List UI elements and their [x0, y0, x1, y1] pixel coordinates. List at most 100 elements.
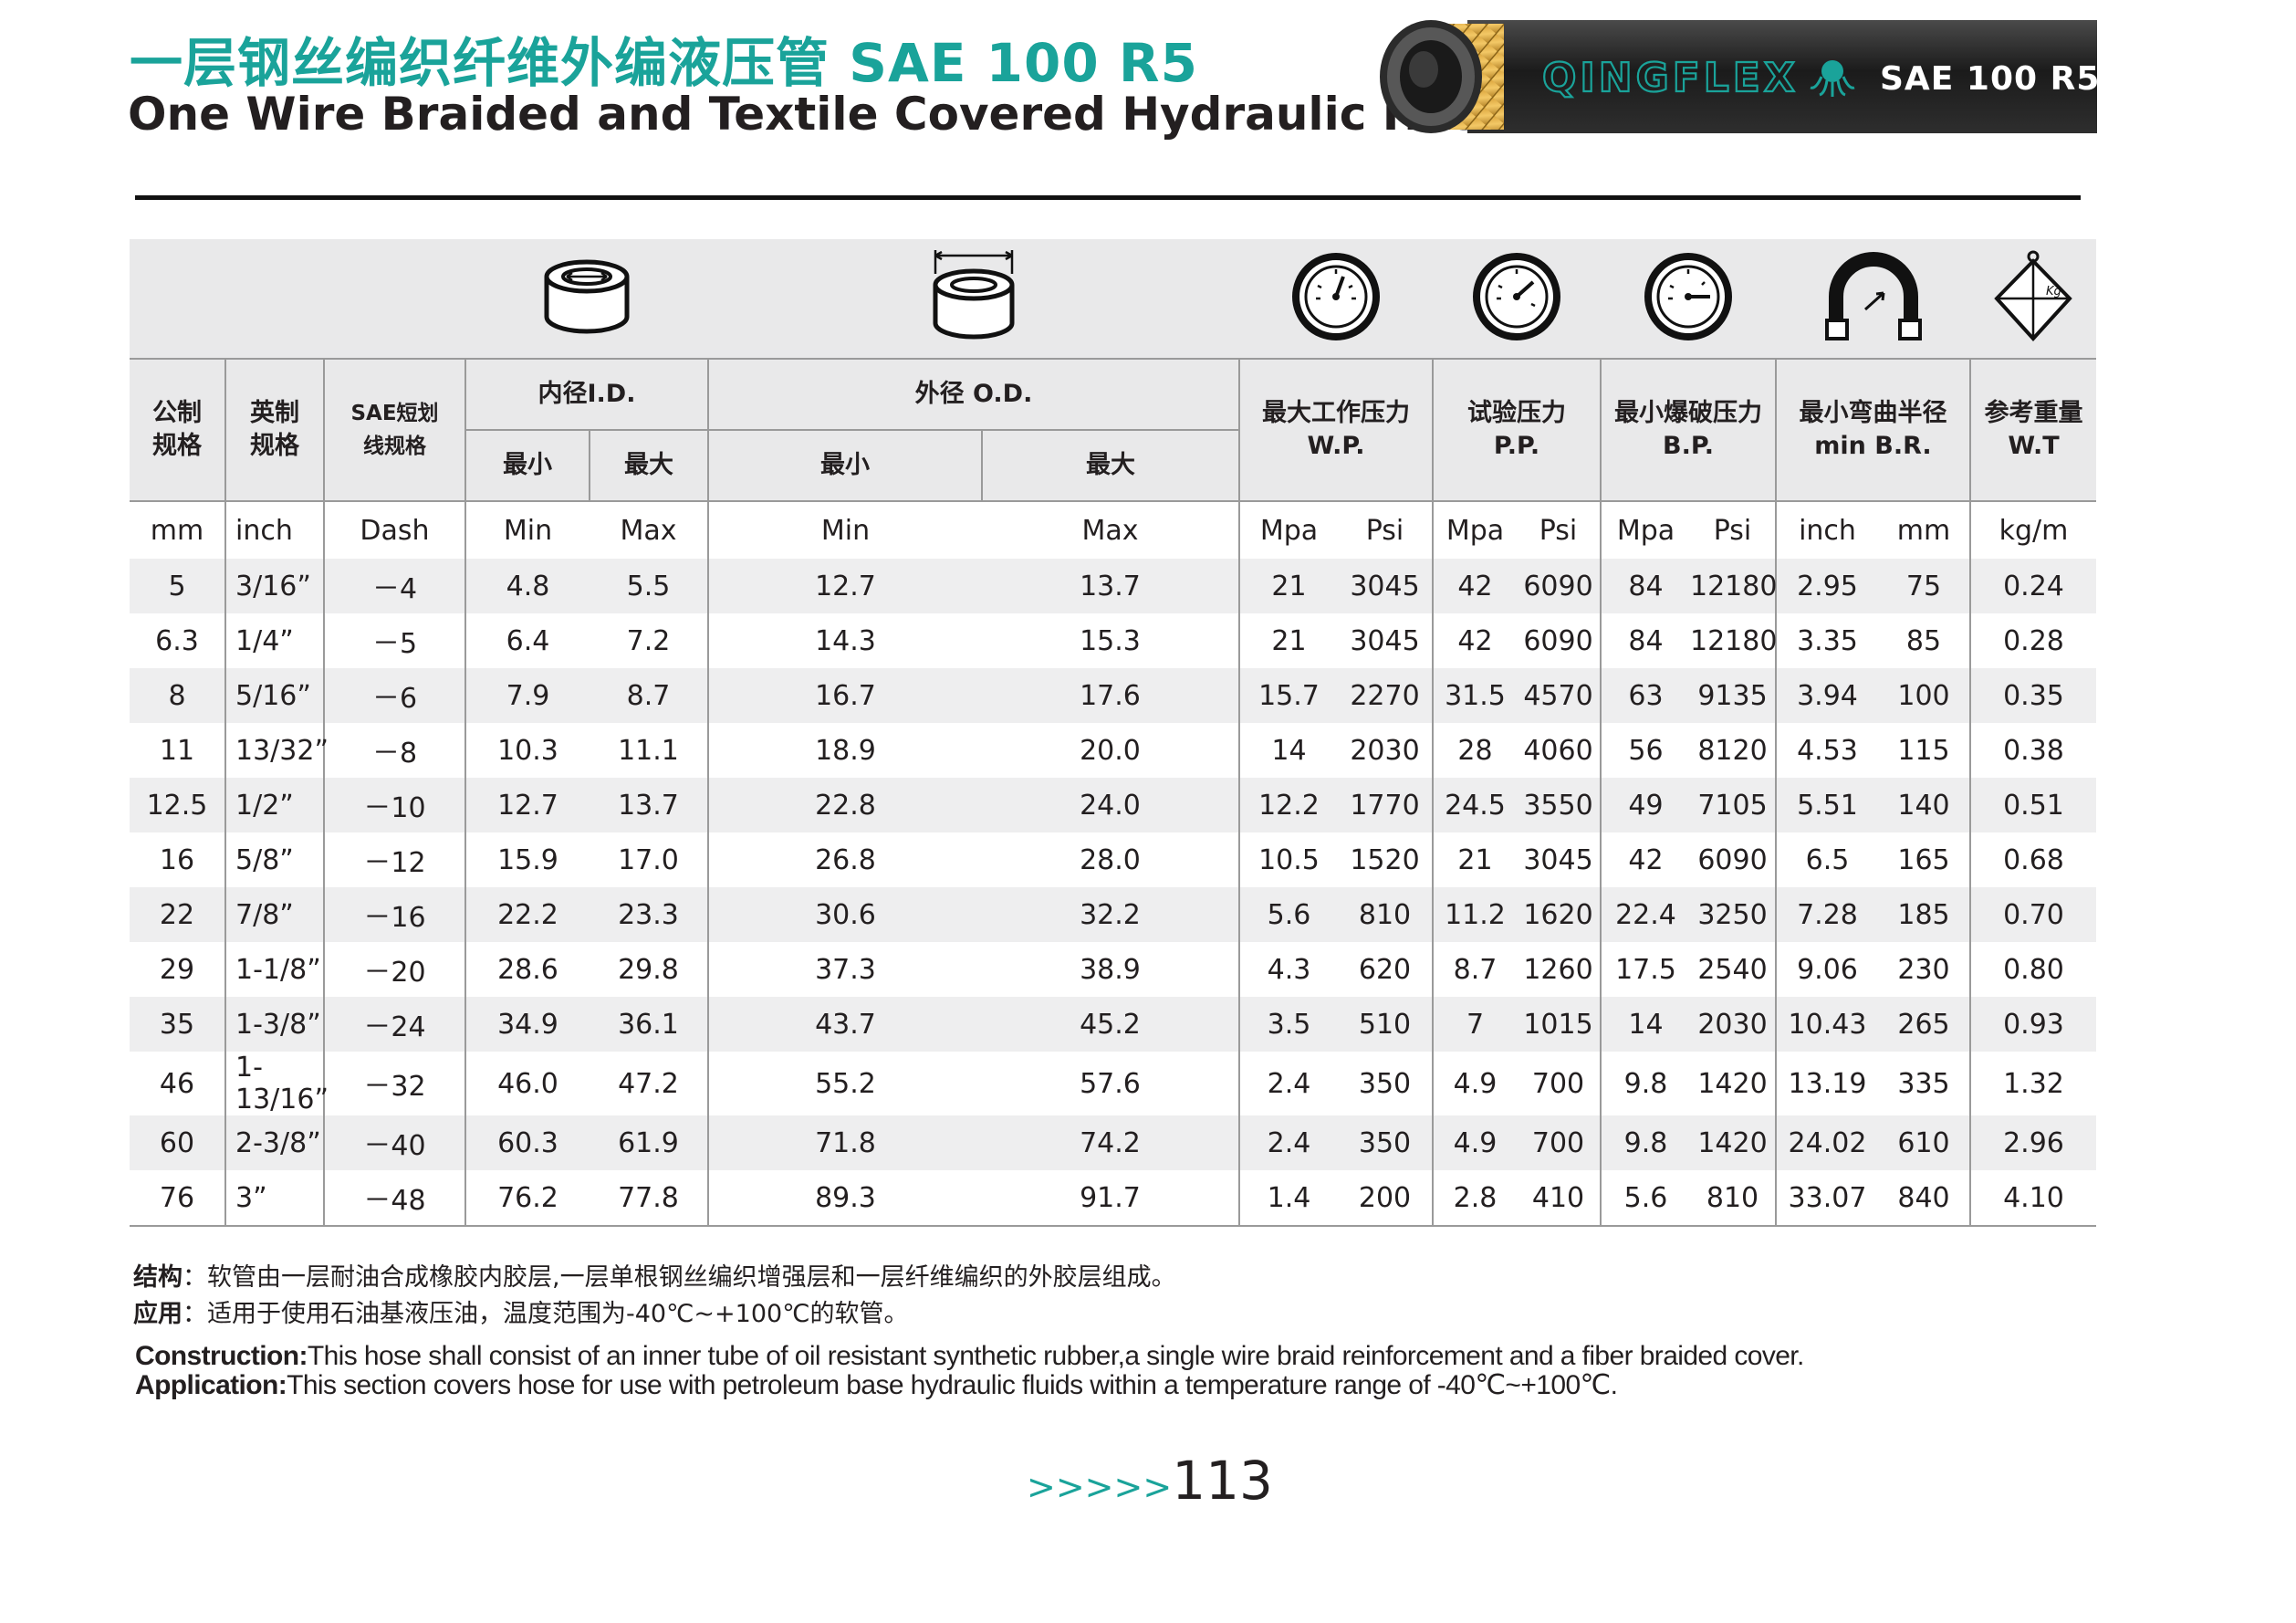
table-cell: 35	[130, 997, 225, 1052]
table-cell: －8	[323, 723, 465, 778]
table-cell: 22	[130, 887, 225, 942]
table-cell: 5	[130, 559, 225, 613]
proof-pressure-gauge-icon	[1473, 253, 1560, 340]
table-cell: －24	[323, 997, 465, 1052]
table-cell: 55.2	[707, 1052, 982, 1115]
table-cell: 15.7	[1238, 668, 1338, 723]
table-cell: 0.35	[1969, 668, 2096, 723]
table-cell: 6.3	[130, 613, 225, 668]
table-row: 76 3” －48 76.2 77.8 89.3 91.7 1.4 200 2.8 410 5.6 81…	[130, 1170, 2096, 1227]
application-label-cn: 应用	[133, 1300, 183, 1328]
hose-brand-text: QINGFLEX	[1542, 55, 1799, 101]
table-cell: 12.2	[1238, 778, 1338, 832]
table-row: 29 1-1/8” －20 28.6 29.8 37.3 38.9 4.3 620 8.7 1260…	[130, 942, 2096, 997]
table-cell: 29	[130, 942, 225, 997]
table-cell: 10.3	[464, 723, 590, 778]
table-row: 6.3 1/4” －5 6.4 7.2 14.3 15.3 21 3045 42 6090 84 121…	[130, 613, 2096, 668]
construction-label-cn: 结构	[133, 1263, 183, 1292]
table-cell: 4.8	[464, 559, 590, 613]
table-cell: 34.9	[464, 997, 590, 1052]
unit-cell: Max	[590, 500, 708, 559]
table-cell: 13.19	[1775, 1052, 1878, 1115]
table-cell: 42	[1432, 559, 1517, 613]
table-cell: 60	[130, 1115, 225, 1170]
unit-cell: Max	[982, 500, 1239, 559]
table-cell: 5/16”	[224, 668, 324, 723]
table-cell: 13.7	[982, 559, 1239, 613]
table-cell: 17.6	[982, 668, 1239, 723]
unit-cell: Dash	[323, 500, 465, 559]
table-cell: 2-3/8”	[224, 1115, 324, 1170]
table-cell: －4	[323, 559, 465, 613]
data-rows: 5 3/16” －4 4.8 5.5 12.7 13.7 21 3045 42 6090 84 1218…	[130, 559, 2096, 1227]
table-cell: 13/32”	[224, 723, 329, 778]
table-cell: 1-3/8”	[224, 997, 324, 1052]
table-cell: 100	[1878, 668, 1970, 723]
table-cell: 1260	[1517, 942, 1601, 997]
page-number-value: 113	[1172, 1450, 1273, 1512]
table-cell: 4060	[1517, 723, 1601, 778]
table-cell: 3045	[1338, 613, 1433, 668]
table-cell: 4.3	[1238, 942, 1338, 997]
table-cell: 1620	[1517, 887, 1601, 942]
table-cell: 3/16”	[224, 559, 324, 613]
construction-note-cn: 结构：软管由一层耐油合成橡胶内胶层,一层单根钢丝编织增强层和一层纤维编织的外胶层…	[133, 1260, 1176, 1296]
table-cell: 3.94	[1775, 668, 1878, 723]
table-cell: 28.6	[464, 942, 590, 997]
table-cell: 2270	[1338, 668, 1433, 723]
table-cell: 13.7	[590, 778, 708, 832]
header-wt: 参考重量 W.T	[1969, 358, 2096, 501]
table-cell: 17.5	[1600, 942, 1690, 997]
table-cell: 1770	[1338, 778, 1433, 832]
table-cell: 0.68	[1969, 832, 2096, 887]
table-cell: 26.8	[707, 832, 982, 887]
table-cell: 42	[1432, 613, 1517, 668]
table-cell: 610	[1878, 1115, 1970, 1170]
table-cell: 21	[1432, 832, 1517, 887]
table-cell: 31.5	[1432, 668, 1517, 723]
table-cell: 140	[1878, 778, 1970, 832]
table-cell: 810	[1690, 1170, 1776, 1227]
header-br: 最小弯曲半径 min B.R.	[1775, 358, 1970, 501]
header-id: 内径I.D.	[464, 358, 708, 430]
table-cell: －40	[323, 1115, 465, 1170]
construction-label-en: Construction:	[135, 1341, 308, 1371]
notes-chinese: 结构：软管由一层耐油合成橡胶内胶层,一层单根钢丝编织增强层和一层纤维编织的外胶层…	[133, 1260, 1176, 1333]
table-row: 46 1-13/16” －32 46.0 47.2 55.2 57.6 2.4 350 4.9 70…	[130, 1052, 2096, 1115]
table-cell: －10	[323, 778, 465, 832]
table-cell: 36.1	[590, 997, 708, 1052]
unit-cell: Psi	[1338, 500, 1433, 559]
table-cell: 6090	[1517, 613, 1601, 668]
table-cell: 3550	[1517, 778, 1601, 832]
bend-radius-icon	[1824, 252, 1922, 340]
table-cell: 12.7	[464, 778, 590, 832]
header-id-label: 内径I.D.	[537, 380, 636, 408]
table-cell: 5.5	[590, 559, 708, 613]
table-cell: 46	[130, 1052, 225, 1115]
table-cell: 1420	[1690, 1115, 1776, 1170]
header-od-min-label: 最小	[820, 451, 870, 479]
table-cell: －20	[323, 942, 465, 997]
table-cell: 4.9	[1432, 1052, 1517, 1115]
page-title-english: One Wire Braided and Textile Covered Hyd…	[128, 88, 1510, 141]
working-pressure-gauge-icon	[1292, 253, 1380, 340]
header-od: 外径 O.D.	[707, 358, 1239, 430]
table-cell: 0.70	[1969, 887, 2096, 942]
table-cell: 30.6	[707, 887, 982, 942]
header-pp: 试验压力 P.P.	[1432, 358, 1601, 501]
application-label-en: Application:	[135, 1370, 287, 1400]
table-cell: 840	[1878, 1170, 1970, 1227]
table-cell: 89.3	[707, 1170, 982, 1227]
table-cell: 16.7	[707, 668, 982, 723]
table-cell: 700	[1517, 1115, 1601, 1170]
table-cell: 2.4	[1238, 1115, 1338, 1170]
table-cell: 230	[1878, 942, 1970, 997]
header-od-max: 最大	[981, 429, 1239, 501]
unit-cell: Min	[464, 500, 590, 559]
table-cell: 9.06	[1775, 942, 1878, 997]
table-cell: 2.95	[1775, 559, 1878, 613]
table-cell: 15.9	[464, 832, 590, 887]
table-cell: 1520	[1338, 832, 1433, 887]
table-cell: 115	[1878, 723, 1970, 778]
header-id-min: 最小	[464, 429, 590, 501]
